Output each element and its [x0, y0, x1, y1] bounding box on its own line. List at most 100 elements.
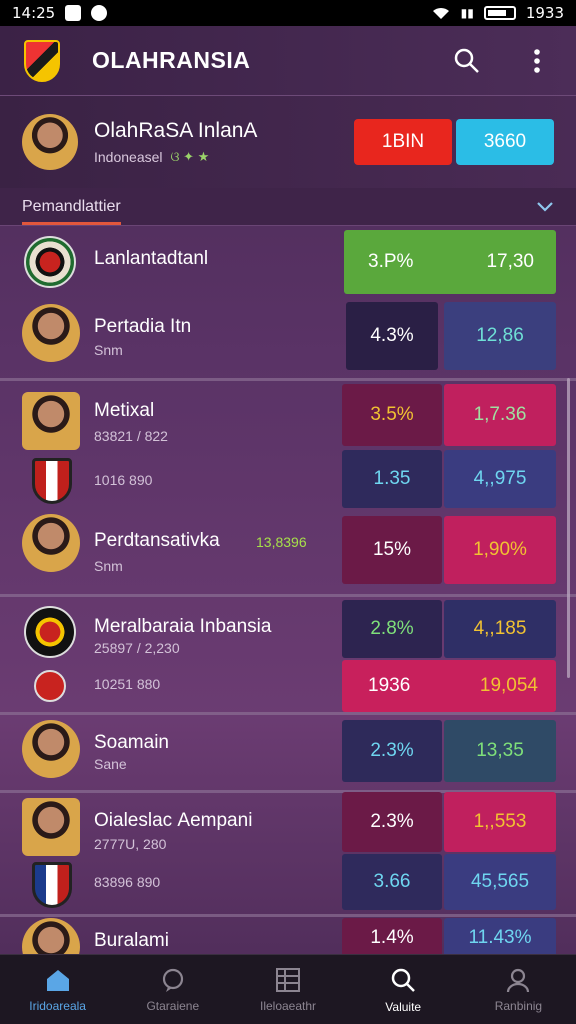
- stat-percent: 2.8%: [342, 600, 442, 658]
- nav-label: Ileloaeathr: [259, 998, 317, 1013]
- stat-value: 4,,185: [444, 600, 556, 658]
- nav-label: Valuite: [385, 999, 422, 1014]
- status-bar: 14:25 ▮▮ 1933: [0, 0, 576, 26]
- search-icon: [391, 968, 416, 992]
- stat-value: 1,,553: [444, 792, 556, 852]
- nav-item-home[interactable]: Iridoareala: [0, 955, 115, 1024]
- nav-label: Ranbinig: [494, 998, 543, 1013]
- stat-cell-2: 1936 19,054: [342, 660, 556, 712]
- more-vert-icon: [534, 48, 540, 73]
- stat-value-2: 4,,975: [444, 450, 556, 508]
- avatar: [22, 720, 80, 778]
- stat-cell: 3.P% 17,30: [344, 230, 556, 294]
- divider: [0, 378, 576, 381]
- section-title: Pemandlattier: [22, 198, 121, 225]
- nav-item-chat[interactable]: Gtaraiene: [115, 955, 230, 1024]
- stat-percent: 3.P%: [368, 251, 414, 272]
- chat-icon: [162, 968, 183, 992]
- app-title: OLAHRANSIA: [92, 47, 251, 73]
- row-name: Metixal: [94, 400, 155, 421]
- section-header[interactable]: Pemandlattier: [0, 188, 576, 226]
- signal-icon: ▮▮: [460, 6, 474, 20]
- standings-list: Lanlantadtanl 3.P% 17,30 Pertadia Itn Sn…: [0, 226, 576, 954]
- profile-name: OlahRaSA InlanA: [94, 119, 258, 142]
- stat-percent: 1.4%: [342, 918, 442, 954]
- grid-icon: [276, 967, 300, 992]
- stat-percent: 15%: [342, 516, 442, 584]
- list-item[interactable]: Oialeslaс Aempani 2777U, 280 83896 890 2…: [0, 792, 576, 912]
- nav-label: Gtaraiene: [146, 998, 200, 1013]
- row-sub-2: 83896 890: [94, 874, 161, 890]
- row-sub-2: 1016 890: [94, 472, 153, 488]
- search-icon: [454, 48, 479, 73]
- nav-item-search[interactable]: Valuite: [346, 955, 461, 1024]
- notification-icon: [65, 5, 82, 21]
- avatar: [22, 304, 80, 362]
- player-photo: [22, 798, 80, 856]
- team-logo-small: [34, 670, 66, 702]
- profile-country: Indoneasel: [94, 149, 163, 165]
- team-logo: [24, 606, 76, 658]
- divider: [0, 712, 576, 715]
- search-button[interactable]: [452, 46, 482, 76]
- scrollbar[interactable]: [567, 378, 570, 678]
- row-name: Lanlantadtanl: [94, 248, 209, 269]
- profile-badges: ଓ ✦ ★: [170, 149, 210, 164]
- stat-value: 17,30: [486, 251, 534, 272]
- row-name: Soamain: [94, 732, 169, 753]
- row-sub: Snm: [94, 558, 123, 574]
- app-logo[interactable]: [24, 39, 60, 82]
- battery-icon: [483, 6, 516, 20]
- list-item[interactable]: Lanlantadtanl 3.P% 17,30: [0, 226, 576, 302]
- list-item[interactable]: Soamain Sane 2.3% 13,35: [0, 716, 576, 788]
- row-name: Meralbaraia Inbansia: [94, 616, 272, 637]
- row-name: Pertadia Itn: [94, 316, 192, 337]
- stat-value-2: 45,565: [444, 854, 556, 910]
- stat-percent-2: 1936: [368, 675, 411, 696]
- chevron-down-icon[interactable]: [536, 201, 554, 213]
- row-sub-2: 10251 880: [94, 676, 161, 692]
- stat-percent: 3.5%: [342, 384, 442, 446]
- avatar[interactable]: [22, 114, 78, 170]
- stat-percent: 4.3%: [346, 302, 438, 370]
- clock: 14:25: [12, 4, 56, 22]
- red-stat-button[interactable]: 1BIN: [354, 119, 452, 165]
- row-sub: 25897 / 2,230: [94, 640, 180, 656]
- profile-header: OlahRaSA InlanA Indoneasel ଓ ✦ ★ 1BIN 36…: [0, 96, 576, 188]
- wifi-icon: [432, 7, 449, 19]
- list-item[interactable]: Pertadia Itn Snm 4.3% 12,86: [0, 302, 576, 380]
- bottom-nav: Iridoareala Gtaraiene Ileloaeathr Valuit…: [0, 954, 576, 1024]
- player-photo: [22, 392, 80, 450]
- stat-value: 12,86: [444, 302, 556, 370]
- list-item[interactable]: Perdtansativka Snm 13,8396 15% 1,90%: [0, 514, 576, 592]
- stat-percent: 2.3%: [342, 720, 442, 782]
- stat-value: 1,7.36: [444, 384, 556, 446]
- list-item[interactable]: Meralbaraia Inbansia 25897 / 2,230 10251…: [0, 600, 576, 714]
- row-sub: Snm: [94, 342, 123, 358]
- row-name: Perdtansativka: [94, 530, 220, 551]
- app-notification-icon: [91, 5, 108, 21]
- home-icon: [46, 969, 69, 991]
- stat-percent-2: 1.35: [342, 450, 442, 508]
- nav-item-profile[interactable]: Ranbinig: [461, 955, 576, 1024]
- list-item[interactable]: Buralami 1.4% 11.43%: [0, 918, 576, 954]
- divider: [0, 594, 576, 597]
- cyan-stat-button[interactable]: 3660: [456, 119, 554, 165]
- status-right-time: 1933: [525, 4, 564, 22]
- team-logo: [24, 236, 76, 288]
- more-options-button[interactable]: [522, 46, 552, 76]
- row-sub: 83821 / 822: [94, 428, 168, 444]
- stat-percent: 2.3%: [342, 792, 442, 852]
- divider: [0, 914, 576, 917]
- nav-item-grid[interactable]: Ileloaeathr: [230, 955, 345, 1024]
- stat-percent-2: 3.66: [342, 854, 442, 910]
- stat-value: 1,90%: [444, 516, 556, 584]
- team-shield: [32, 862, 72, 908]
- app-bar: OLAHRANSIA: [0, 26, 576, 96]
- nav-label: Iridoareala: [29, 998, 86, 1013]
- row-name: Buralami: [94, 930, 169, 951]
- stat-value: 11.43%: [444, 918, 556, 954]
- stat-value-2: 19,054: [479, 675, 538, 696]
- avatar: [22, 918, 80, 954]
- row-name: Oialeslaс Aempani: [94, 810, 253, 831]
